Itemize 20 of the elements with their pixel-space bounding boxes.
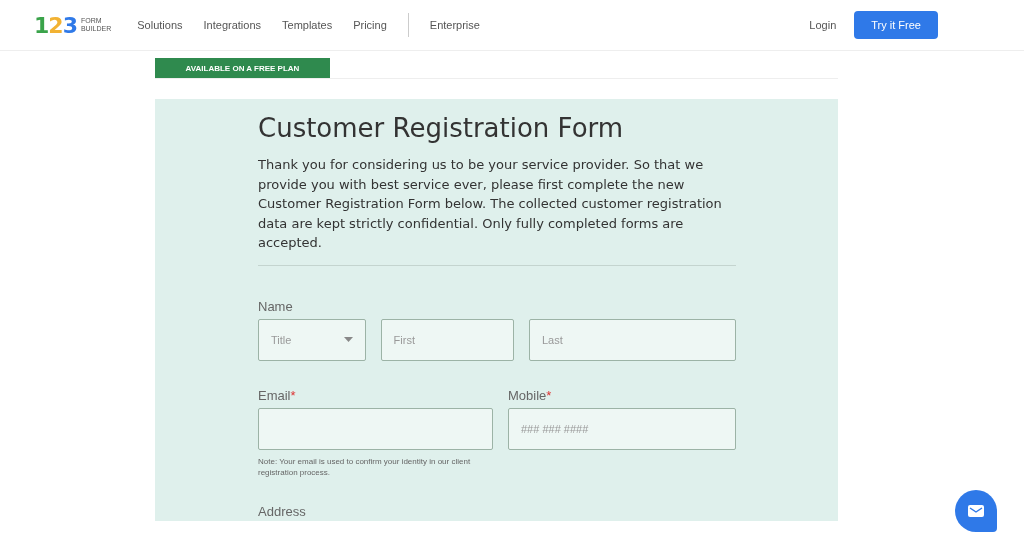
nav-link[interactable]: Enterprise bbox=[429, 19, 480, 31]
logo-digits: 123 bbox=[34, 12, 77, 38]
input-field[interactable] bbox=[258, 407, 493, 450]
field-label: Name bbox=[258, 298, 294, 314]
field-note: Note: Your email is used to confirm your identity in our client registration process. bbox=[258, 455, 472, 478]
nav-link[interactable]: Integrations bbox=[203, 19, 262, 31]
form-title: Customer Registration Form bbox=[258, 113, 625, 143]
caret-icon bbox=[343, 337, 353, 342]
nav-link[interactable]: Solutions bbox=[137, 19, 183, 31]
nav-link[interactable]: Pricing bbox=[353, 19, 387, 31]
chat-button[interactable] bbox=[955, 490, 997, 532]
nav-link[interactable]: Templates bbox=[282, 19, 333, 31]
login-link[interactable]: Login bbox=[809, 19, 837, 31]
field-label: Mobile* bbox=[508, 387, 553, 403]
mail-icon bbox=[968, 505, 984, 517]
plan-badge: AVAILABLE ON A FREE PLAN bbox=[155, 58, 330, 78]
field-label: Email* bbox=[258, 387, 297, 403]
form-intro: Thank you for considering us to be your service provider. So that we provide you with best service ever, please first complete the new Customer Registration Form below. The collected customer registration data are kept strictly confidential. Only fully completed forms are accepted. bbox=[258, 156, 723, 252]
field-label: Address bbox=[258, 503, 307, 519]
try-free-button[interactable]: Try it Free bbox=[854, 11, 938, 39]
